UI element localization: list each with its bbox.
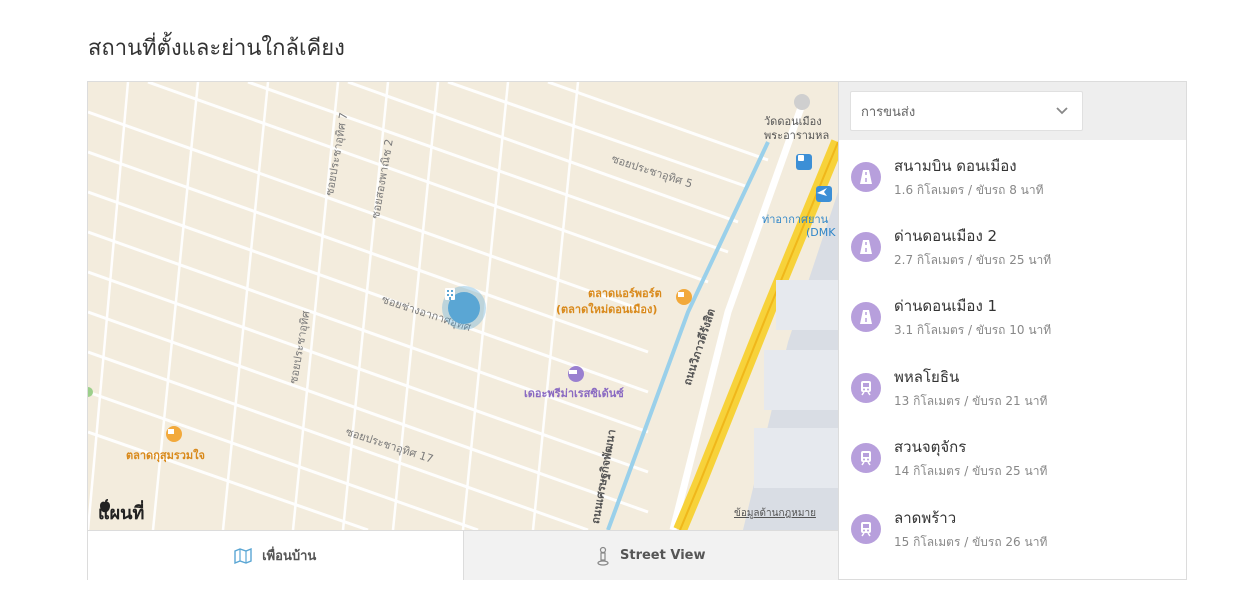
train-icon [851,373,881,403]
panel-header: การขนส่ง [839,82,1186,140]
transit-name: พหลโยธิน [894,368,960,386]
market-icon[interactable] [676,289,692,305]
section-title: สถานที่ตั้งและย่านใกล้เคียง [88,36,345,61]
transit-meta: 1.6 กิโลเมตร / ขับรถ 8 นาที [894,183,1044,197]
map-logo: แผนที่ [98,498,144,527]
transit-meta: 2.7 กิโลเมตร / ขับรถ 25 นาที [894,253,1052,267]
transit-name: ด่านดอนเมือง 1 [894,297,998,315]
map[interactable]: วัดดอนเมือง พระอารามหล ซอยประชาอุทิศ 5 ซ… [88,82,838,530]
transit-meta: 13 กิโลเมตร / ขับรถ 21 นาที [894,394,1048,408]
map-label-residence: เดอะพรีม่าเรสซิเด้นซ์ [524,387,624,400]
tab-street-view[interactable]: Street View [462,531,838,580]
map-icon [234,547,252,564]
transit-item[interactable]: สวนจตุจักร 14 กิโลเมตร / ขับรถ 25 นาที [839,421,1187,491]
tab-neighbors-label: เพื่อนบ้าน [262,549,317,564]
transit-item[interactable]: ด่านดอนเมือง 1 3.1 กิโลเมตร / ขับรถ 10 น… [839,280,1187,350]
road-icon [851,302,881,332]
transit-item[interactable]: ลาดพร้าว 15 กิโลเมตร / ขับรถ 26 นาที [839,492,1187,562]
transit-panel: การขนส่ง สนามบิน ดอนเมือง 1.6 กิโลเมตร /… [838,82,1186,579]
train-station-icon [796,154,812,170]
airport-icon [816,186,832,202]
pegman-icon [597,546,609,566]
transit-meta: 15 กิโลเมตร / ขับรถ 26 นาที [894,535,1048,549]
category-select[interactable]: การขนส่ง [850,91,1083,131]
road-icon [851,162,881,192]
location-card: วัดดอนเมือง พระอารามหล ซอยประชาอุทิศ 5 ซ… [87,81,1187,580]
map-tabs: เพื่อนบ้าน Street View [88,530,838,580]
chevron-down-icon [1056,107,1068,115]
property-pin[interactable] [442,286,486,330]
transit-item[interactable]: สนามบิน ดอนเมือง 1.6 กิโลเมตร / ขับรถ 8 … [839,140,1187,210]
road-icon [851,232,881,262]
legal-link[interactable]: ข้อมูลด้านกฎหมาย [734,506,816,521]
building-icon [445,288,480,324]
map-label-wat-line2: พระอารามหล [764,129,830,142]
tab-neighbors[interactable]: เพื่อนบ้าน [88,531,463,580]
map-label-airport-line2: (DMK [806,226,836,239]
transit-meta: 3.1 กิโลเมตร / ขับรถ 10 นาที [894,323,1052,337]
tab-street-view-label: Street View [620,548,706,563]
transit-name: ลาดพร้าว [894,509,957,527]
map-label-market-kusum: ตลาดกุสุมรวมใจ [126,449,205,462]
transit-name: ด่านดอนเมือง 2 [894,227,998,245]
transit-meta: 14 กิโลเมตร / ขับรถ 25 นาที [894,464,1048,478]
temple-icon [794,94,810,110]
hotel-icon[interactable] [568,366,584,382]
train-icon [851,514,881,544]
transit-item[interactable]: ด่านดอนเมือง 2 2.7 กิโลเมตร / ขับรถ 25 น… [839,210,1187,280]
train-icon [851,443,881,473]
map-label-market-line2: (ตลาดใหม่ดอนเมือง) [556,303,658,316]
category-select-value: การขนส่ง [861,104,916,120]
transit-name: สวนจตุจักร [894,438,967,456]
transit-item[interactable]: พหลโยธิน 13 กิโลเมตร / ขับรถ 21 นาที [839,351,1187,421]
transit-name: สนามบิน ดอนเมือง [894,157,1017,175]
apple-icon [100,499,110,513]
market-kusum-icon[interactable] [166,426,182,442]
